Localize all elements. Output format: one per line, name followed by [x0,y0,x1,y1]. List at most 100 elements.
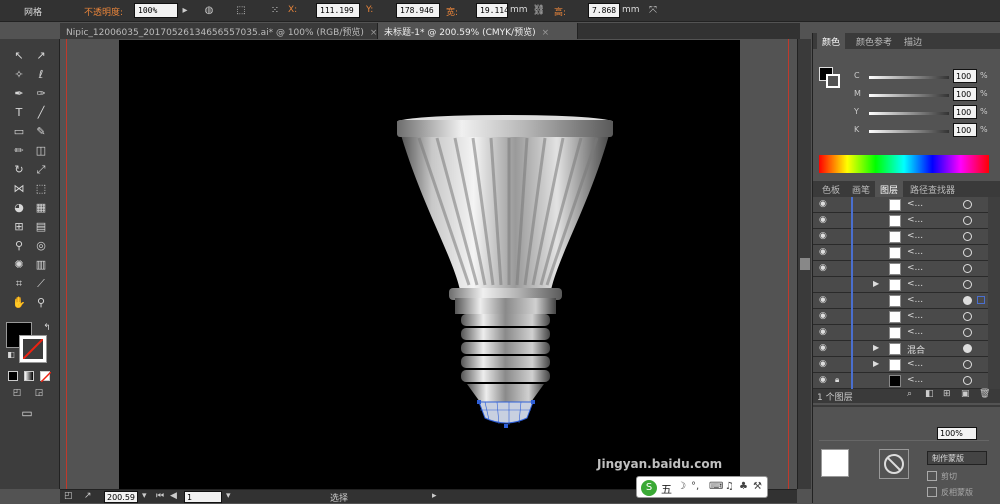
tab-color[interactable]: 颜色 [817,33,846,49]
layer-row[interactable]: ◉ ▶ 混合 [813,341,988,357]
default-colors-icon[interactable]: ◧ [0,346,22,364]
close-icon[interactable]: × [542,28,550,38]
eye-icon[interactable]: ◉ [819,359,827,369]
eye-icon[interactable]: ◉ [819,327,827,337]
page-field[interactable]: 1 [184,491,222,503]
lock-icon[interactable]: 🔒︎ [835,375,839,385]
reference-point-icon[interactable]: ⁙ [268,4,282,17]
close-icon[interactable]: × [370,28,378,38]
clipping-mask-icon[interactable]: ◧ [925,389,934,399]
artboard-nav-icon[interactable]: ◰ [64,491,73,501]
direct-selection-tool-icon[interactable]: ↗ [30,47,52,65]
layer-row[interactable]: ◉ <... [813,213,988,229]
artboard-tool-icon[interactable]: ⌗ [8,275,30,293]
rotate-tool-icon[interactable]: ↻ [8,161,30,179]
ime-toolbar[interactable]: S 五 ☽ °, ⌨ ♫ ♣ ⚒ [636,476,768,498]
layers-scrollbar[interactable] [988,197,1000,389]
color-spectrum[interactable] [819,155,989,173]
magic-wand-tool-icon[interactable]: ✧ [8,66,30,84]
new-sublayer-icon[interactable]: ⊞ [943,389,951,399]
target-icon[interactable] [963,376,972,385]
column-graph-tool-icon[interactable]: ▥ [30,256,52,274]
screen-mode-icon[interactable]: ▭ [16,404,38,422]
layer-row[interactable]: ◉ ▶ <... [813,357,988,373]
keyboard-icon[interactable]: ⌨ [709,481,723,492]
eraser-tool-icon[interactable]: ◫ [30,142,52,160]
channel-value[interactable]: 100 [953,123,977,137]
eye-icon[interactable]: ◉ [819,231,827,241]
target-icon[interactable] [963,216,972,225]
layer-row[interactable]: ◉ <... [813,293,988,309]
pencil-tool-icon[interactable]: ✏ [8,142,30,160]
eye-icon[interactable]: ◉ [819,247,827,257]
expand-icon[interactable]: ▶ [873,359,879,368]
expand-icon[interactable]: ▶ [873,279,879,288]
free-transform-tool-icon[interactable]: ⬚ [30,180,52,198]
paintbrush-tool-icon[interactable]: ✎ [30,123,52,141]
curvature-tool-icon[interactable]: ✑ [30,85,52,103]
hand-tool-icon[interactable]: ✋ [8,294,30,312]
eye-icon[interactable]: ◉ [819,215,827,225]
gradient-mode-icon[interactable] [24,371,34,381]
none-mode-icon[interactable] [40,371,51,382]
selection-tool-icon[interactable]: ↖ [8,47,30,65]
stroke-swatch[interactable] [19,335,47,363]
line-tool-icon[interactable]: ╱ [30,104,52,122]
recolor-icon[interactable]: ◍ [202,4,216,17]
mesh-tool-icon[interactable]: ⊞ [8,218,30,236]
layer-row[interactable]: ◉ <... [813,229,988,245]
tab-untitled-document[interactable]: 未标题-1* @ 200.59% (CMYK/预览) × [378,23,578,39]
eyedropper-tool-icon[interactable]: ⚲ [8,237,30,255]
width-field[interactable]: 19.114 [476,3,508,18]
channel-value[interactable]: 100 [953,69,977,83]
target-icon[interactable] [963,280,972,289]
wrench-icon[interactable]: ⚒ [753,481,762,492]
symbol-sprayer-tool-icon[interactable]: ✺ [8,256,30,274]
layer-row[interactable]: ◉ <... [813,245,988,261]
eye-icon[interactable]: ◉ [819,199,827,209]
draw-inside-icon[interactable]: ◲ [28,384,50,402]
lasso-tool-icon[interactable]: ℓ [30,66,52,84]
channel-value[interactable]: 100 [953,105,977,119]
black-slider[interactable]: K 100 % [813,123,1000,139]
canvas-area[interactable]: Jingyan.baidu.com [60,39,797,489]
layer-row[interactable]: ◉ <... [813,261,988,277]
locate-object-icon[interactable]: ⌕ [907,389,912,399]
target-icon[interactable] [963,200,972,209]
target-icon[interactable] [963,248,972,257]
punctuation-icon[interactable]: °, [691,481,699,492]
x-field[interactable]: 111.199 [316,3,360,18]
target-icon[interactable] [963,344,972,353]
shape-builder-tool-icon[interactable]: ◕ [8,199,30,217]
target-icon[interactable] [963,312,972,321]
swap-fill-stroke-icon[interactable]: ↰ [36,319,58,337]
layer-row[interactable]: ◉ <... [813,325,988,341]
ime-mode[interactable]: 五 [661,481,672,497]
target-icon[interactable] [963,360,972,369]
zoom-field[interactable]: 200.59 [104,491,138,503]
magenta-slider[interactable]: M 100 % [813,87,1000,103]
trash-icon[interactable]: 🗑︎ [979,389,990,399]
gradient-tool-icon[interactable]: ▤ [30,218,52,236]
tab-layers[interactable]: 图层 [875,181,904,197]
draw-mode-icon[interactable]: ◰ [6,384,28,402]
slice-tool-icon[interactable]: ⟋ [30,275,52,293]
bulb-artwork[interactable] [119,40,740,489]
color-mode-icon[interactable] [8,371,18,381]
perspective-grid-tool-icon[interactable]: ▦ [30,199,52,217]
artboard[interactable]: Jingyan.baidu.com [119,40,740,489]
chevron-right-icon[interactable]: ▸ [432,491,437,501]
invert-mask-checkbox[interactable] [927,487,937,497]
transform-icon[interactable]: ⤧ [646,4,660,17]
eye-icon[interactable]: ◉ [819,263,827,273]
rectangle-tool-icon[interactable]: ▭ [8,123,30,141]
opacity-field[interactable]: 100% [937,427,977,440]
yellow-slider[interactable]: Y 100 % [813,105,1000,121]
align-icon[interactable]: ⬚ [234,4,248,17]
tab-stroke[interactable]: 描边 [899,33,927,49]
new-layer-icon[interactable]: ▣ [961,389,970,399]
moon-icon[interactable]: ☽ [677,481,686,492]
blend-tool-icon[interactable]: ◎ [30,237,52,255]
first-page-icon[interactable]: ⏮ [156,491,164,501]
link-proportions-icon[interactable]: ⛓ [532,4,546,17]
